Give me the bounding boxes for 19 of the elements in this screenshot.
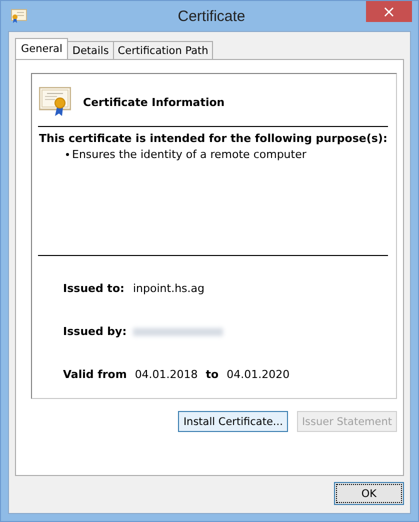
- dialog-button[interactable]: Install Certificate...: [178, 411, 288, 432]
- field-value: inpoint.hs.ag: [133, 282, 204, 295]
- certificate-icon: [39, 87, 71, 117]
- certificate-icon: [11, 9, 27, 23]
- tab[interactable]: Certification Path: [112, 41, 214, 59]
- section-heading: Certificate Information: [83, 96, 225, 108]
- window-title: Certificate: [176, 8, 246, 24]
- purpose-item: Ensures the identity of a remote computer: [72, 148, 306, 161]
- tab[interactable]: General: [15, 38, 68, 59]
- field-value: 04.01.2020: [226, 368, 290, 381]
- field-value: 04.01.2018: [134, 368, 198, 381]
- purpose-heading: This certificate is intended for the following purpose(s):: [39, 132, 388, 145]
- field-label: Valid from: [63, 368, 127, 381]
- bullet-icon: [66, 153, 69, 156]
- field-label: Issued to:: [63, 282, 126, 295]
- field-label: Issued by:: [63, 325, 128, 338]
- close-button[interactable]: ×: [366, 1, 412, 22]
- field-label: to: [206, 368, 219, 381]
- ok-button[interactable]: OK: [334, 482, 404, 505]
